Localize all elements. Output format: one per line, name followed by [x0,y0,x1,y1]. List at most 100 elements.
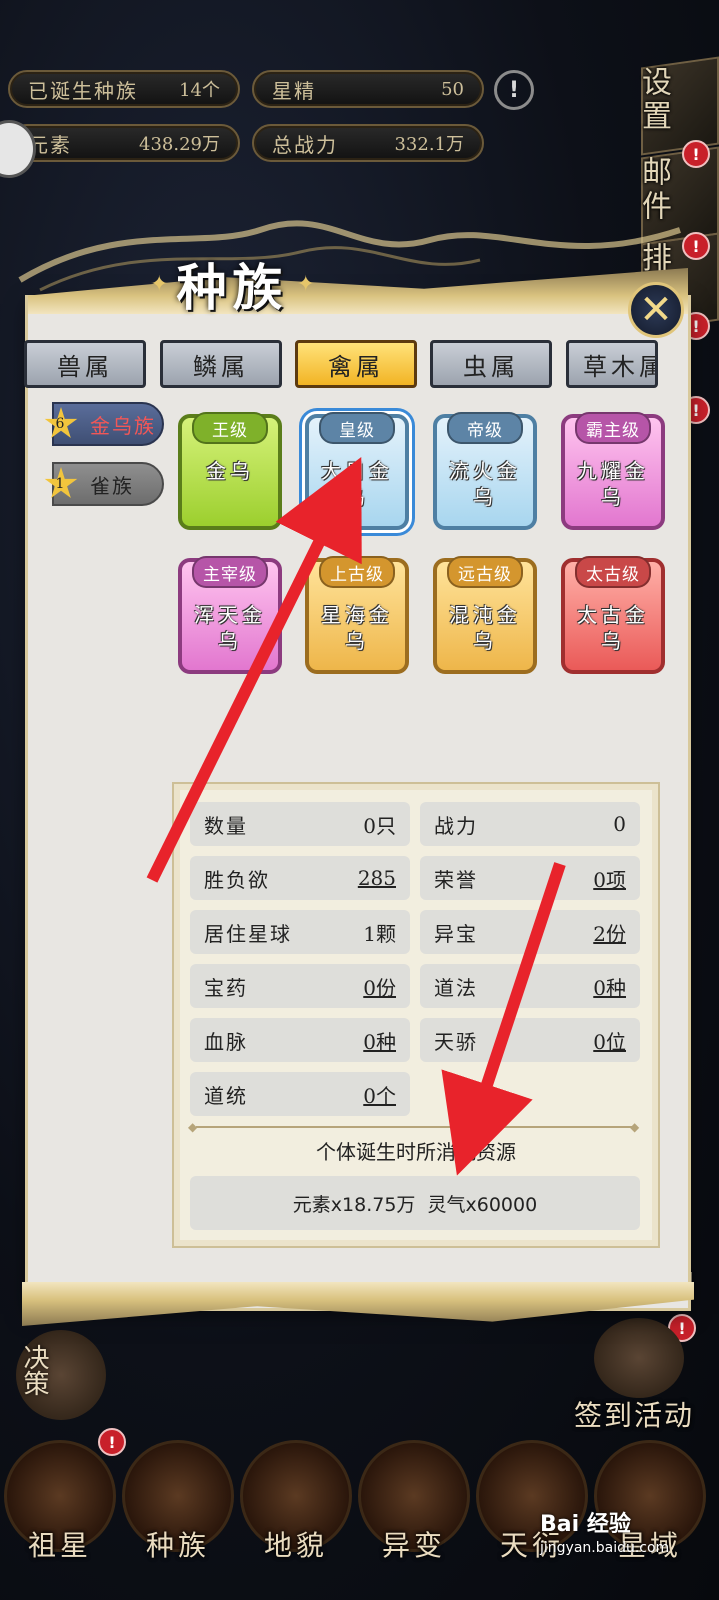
race-card-dari-jinwu[interactable]: 皇级 大日金乌 [305,412,409,530]
cost-box: 元素x18.75万 灵气x60000 [190,1176,640,1230]
signin-activity-label[interactable]: 签到活动 [574,1394,694,1434]
race-name: 浑天金乌 [194,603,266,653]
race-name: 混沌金乌 [449,603,521,653]
tab-scale[interactable]: 鳞属 [160,340,282,388]
race-name: 星海金乌 [321,603,393,653]
tab-insect[interactable]: 虫属 [430,340,552,388]
stat-label: 道法 [434,975,478,1000]
stat-row-ambition: 胜负欲 285 [190,856,410,900]
stat-value: 1颗 [363,921,396,946]
panel-bottom-border [22,1282,694,1326]
stat-row-prodigy: 天骄 0位 [420,1018,640,1062]
stat-value-link[interactable]: 0种 [593,972,626,1001]
stat-row-dao: 道法 0种 [420,964,640,1008]
title-star-icon: ✦ [150,271,169,297]
stat-label: 荣誉 [434,867,478,892]
tab-label: 虫属 [463,352,519,381]
subgroup-golden-crow[interactable]: 6 金乌族 [44,402,164,446]
stat-label: 宝药 [204,975,248,1000]
born-races-value: 14个 [179,80,220,101]
race-card-jiuyao-jinwu[interactable]: 霸主级 九耀金乌 [561,412,665,530]
level-badge: 远古级 [447,556,523,588]
stat-value-link[interactable]: 0个 [363,1080,396,1109]
divider-cap-icon: ◆ [630,1120,640,1134]
stat-label: 天骄 [434,1029,478,1054]
stat-row-honor: 荣誉 0项 [420,856,640,900]
subgroup-label: 金乌族 [90,413,156,438]
tab-label: 鳞属 [193,352,249,381]
stat-label: 居住星球 [204,921,292,946]
race-card-xinghai-jinwu[interactable]: 上古级 星海金乌 [305,556,409,674]
stat-label: 异宝 [434,921,478,946]
race-name: 大日金乌 [321,459,393,509]
stat-value-link[interactable]: 0份 [363,972,396,1001]
stat-label: 战力 [434,813,478,838]
stat-row-count: 数量 0只 [190,802,410,846]
stat-row-bloodline: 血脉 0种 [190,1018,410,1062]
decision-label[interactable]: 决策 [16,1344,53,1396]
race-card-liuhuo-jinwu[interactable]: 帝级 流火金乌 [433,412,537,530]
level-badge: 太古级 [575,556,651,588]
tab-label: 禽属 [328,352,384,381]
cost-title: 个体诞生时所消耗资源 [316,1140,516,1164]
level-badge: 皇级 [319,412,395,444]
level-badge: 帝级 [447,412,523,444]
stat-label: 数量 [204,813,248,838]
nav-label: 异变 [381,1529,446,1562]
watermark-url: jingyan.baidu.com [540,1540,670,1556]
cost-divider [196,1126,636,1128]
race-card-hundun-jinwu[interactable]: 远古级 混沌金乌 [433,556,537,674]
stat-value: 0 [613,812,626,836]
stat-label: 胜负欲 [204,867,270,892]
stat-value-link[interactable]: 0项 [593,864,626,893]
level-badge: 主宰级 [192,556,268,588]
nav-notice-icon: ! [98,1428,126,1456]
total-power-bar: 总战力 332.1万 [252,124,484,162]
panel-title-wrap: ✦ 种族 ✦ [150,252,315,317]
born-races-label: 已诞生种族 [28,78,138,103]
total-power-label: 总战力 [272,132,338,157]
race-name: 金乌 [206,459,254,483]
tab-beast[interactable]: 兽属 [24,340,146,388]
tab-plant[interactable]: 草木属 [566,340,658,388]
stat-value-link[interactable]: 0种 [363,1026,396,1055]
elements-value: 438.29万 [139,134,220,155]
star-essence-label: 星精 [272,78,316,103]
race-card-huntian-jinwu[interactable]: 主宰级 浑天金乌 [178,556,282,674]
stat-label: 血脉 [204,1029,248,1054]
level-badge: 王级 [192,412,268,444]
stat-row-medicine: 宝药 0份 [190,964,410,1008]
race-name: 太古金乌 [577,603,649,653]
signin-activity-icon[interactable] [594,1318,684,1398]
watermark-brand: Bai 经验 [540,1512,631,1537]
level-badge: 霸主级 [575,412,651,444]
race-card-taigu-jinwu[interactable]: 太古级 太古金乌 [561,556,665,674]
cost-value: 元素x18.75万 灵气x60000 [292,1193,538,1216]
nav-label: 种族 [145,1529,210,1562]
subgroup-sparrow[interactable]: 1 雀族 [44,462,164,506]
stat-value-link[interactable]: 0位 [593,1026,626,1055]
elements-bar: 元素 438.29万 [8,124,240,162]
divider-cap-icon: ◆ [188,1120,198,1134]
race-card-jinwu[interactable]: 王级 金乌 [178,412,282,530]
settings-label: 设置 [636,66,671,134]
stat-value-link[interactable]: 2份 [593,918,626,947]
title-star-icon: ✦ [296,271,315,297]
close-icon[interactable]: ✕ [628,282,684,338]
stat-row-treasure: 异宝 2份 [420,910,640,954]
info-alert-icon[interactable]: ! [494,70,534,110]
stat-label: 道统 [204,1083,248,1108]
panel-title: 种族 [176,258,289,317]
nav-label: 地貌 [263,1529,328,1562]
stat-value-link[interactable]: 285 [358,866,396,890]
tab-bird[interactable]: 禽属 [295,340,417,388]
stat-value: 0只 [363,813,396,838]
stat-row-power: 战力 0 [420,802,640,846]
born-races-bar: 已诞生种族 14个 [8,70,240,108]
star-essence-bar: 星精 50 [252,70,484,108]
subgroup-label: 雀族 [90,473,134,498]
level-badge: 上古级 [319,556,395,588]
race-name: 流火金乌 [449,459,521,509]
total-power-value: 332.1万 [394,134,464,155]
tab-label: 兽属 [57,352,113,381]
